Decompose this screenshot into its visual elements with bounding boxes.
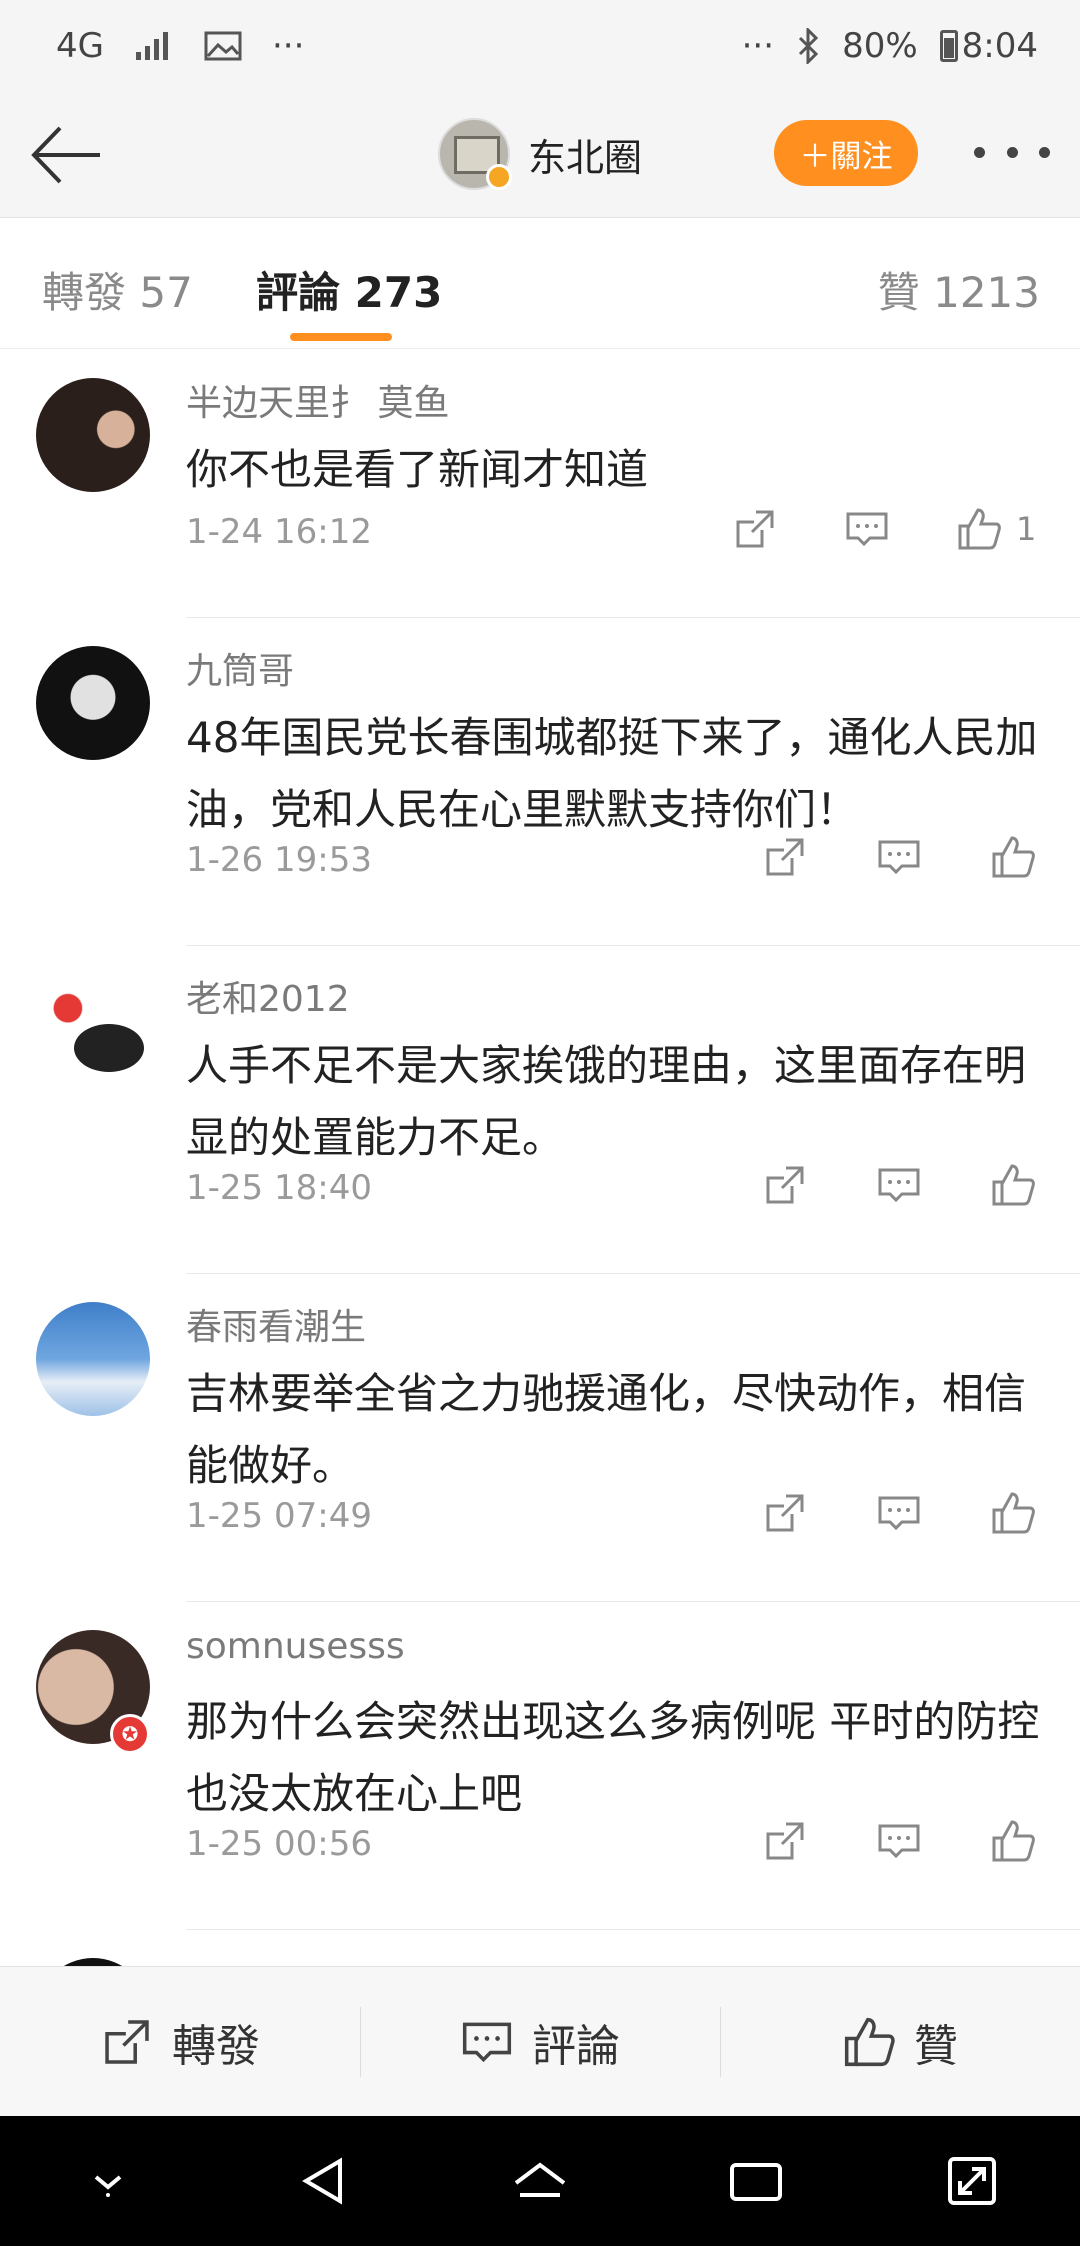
- comment-text: 人手不足不是大家挨饿的理由，这里面存在明显的处置能力不足。: [186, 1041, 1027, 1162]
- system-navigation-bar: [0, 2116, 1080, 2246]
- bluetooth-icon: [799, 28, 819, 64]
- share-icon[interactable]: [762, 1162, 808, 1208]
- avatar[interactable]: [36, 974, 150, 1088]
- like-button[interactable]: 贊: [720, 1967, 1080, 2116]
- active-tab-indicator: [290, 333, 392, 341]
- commenter-name[interactable]: 春雨看潮生: [186, 1298, 366, 1350]
- overflow-icon: ···: [741, 26, 775, 66]
- clock: 8:04: [961, 26, 1038, 66]
- like-icon[interactable]: [990, 1490, 1036, 1536]
- avatar[interactable]: [36, 378, 150, 492]
- avatar[interactable]: [36, 1302, 150, 1416]
- share-icon: [105, 2019, 149, 2064]
- comment-time: 1-25 18:40: [186, 1168, 372, 1208]
- like-icon[interactable]: [990, 1162, 1036, 1208]
- account-name[interactable]: 东北圈: [528, 127, 642, 182]
- like-label: 贊: [914, 2020, 958, 2072]
- share-icon[interactable]: [762, 1818, 808, 1864]
- tab-comments[interactable]: 評論 273: [256, 259, 442, 320]
- top-nav-bar: 东北圈 ＋關注: [0, 92, 1080, 218]
- reply-icon[interactable]: [876, 834, 922, 880]
- back-nav-icon[interactable]: [292, 2149, 356, 2213]
- account-avatar[interactable]: [438, 118, 512, 190]
- repost-button[interactable]: 轉發: [0, 1967, 360, 2116]
- commenter-name[interactable]: 九筒哥: [186, 642, 294, 694]
- recent-apps-icon[interactable]: [724, 2149, 788, 2213]
- commenter-name[interactable]: 半边天里扌 莫鱼: [186, 374, 449, 426]
- member-badge-icon: ✪: [110, 1714, 150, 1754]
- more-notifications-icon: ···: [271, 26, 305, 66]
- more-options-icon[interactable]: [974, 132, 1050, 172]
- comment-time: 1-26 19:53: [186, 840, 372, 880]
- comment-time: 1-25 07:49: [186, 1496, 372, 1536]
- comment-label: 評論: [532, 2020, 620, 2072]
- comment-text: 48年国民党长春围城都挺下来了，通化人民加油，党和人民在心里默默支持你们！: [186, 713, 1038, 834]
- comment-item: 九筒哥 48年国民党长春围城都挺下来了，通化人民加油，党和人民在心里默默支持你们…: [0, 618, 1080, 946]
- battery-percent: 80%: [842, 26, 918, 66]
- like-icon[interactable]: [956, 506, 1002, 552]
- comment-text: 吉林要举全省之力驰援通化，尽快动作，相信能做好。: [186, 1369, 1027, 1490]
- reply-icon[interactable]: [876, 1162, 922, 1208]
- like-icon[interactable]: [990, 1818, 1036, 1864]
- follow-button[interactable]: ＋關注: [774, 120, 918, 186]
- status-bar: 4G ··· ··· 80% 8:04: [0, 0, 1080, 92]
- like-icon: [844, 2017, 895, 2066]
- repost-label: 轉發: [172, 2020, 260, 2072]
- share-icon[interactable]: [762, 834, 808, 880]
- chevron-down-icon[interactable]: [76, 2149, 140, 2213]
- comment-text: 那为什么会突然出现这么多病例呢 平时的防控也没太放在心上吧: [186, 1697, 1040, 1818]
- rotate-icon[interactable]: [940, 2149, 1004, 2213]
- comment-time: 1-25 00:56: [186, 1824, 372, 1864]
- comment-item: 春雨看潮生 吉林要举全省之力驰援通化，尽快动作，相信能做好。 1-25 07:4…: [0, 1274, 1080, 1602]
- reply-icon[interactable]: [876, 1490, 922, 1536]
- back-arrow-icon[interactable]: [28, 120, 104, 190]
- like-count: 1: [1016, 510, 1037, 548]
- comment-item: 老和2012 人手不足不是大家挨饿的理由，这里面存在明显的处置能力不足。 1-2…: [0, 946, 1080, 1274]
- reply-icon[interactable]: [876, 1818, 922, 1864]
- comment-item-partial: [0, 1930, 1080, 1966]
- verified-badge-icon: [486, 164, 512, 190]
- signal-icon: [135, 32, 168, 60]
- comment-button[interactable]: 評論: [360, 1967, 720, 2116]
- reply-icon[interactable]: [844, 506, 890, 552]
- comment-list[interactable]: 半边天里扌 莫鱼 你不也是看了新闻才知道 1-24 16:12 1 九筒哥 48…: [0, 350, 1080, 1966]
- avatar[interactable]: [36, 646, 150, 760]
- share-icon[interactable]: [732, 506, 778, 552]
- comment-time: 1-24 16:12: [186, 512, 372, 552]
- comment-text: 你不也是看了新闻才知道: [186, 445, 649, 494]
- comment-item: 半边天里扌 莫鱼 你不也是看了新闻才知道 1-24 16:12 1: [0, 350, 1080, 618]
- account-header[interactable]: 东北圈: [438, 118, 642, 190]
- tab-reposts[interactable]: 轉發 57: [42, 259, 193, 320]
- commenter-name[interactable]: somnusesss: [186, 1626, 405, 1667]
- comment-icon: [462, 2022, 512, 2062]
- share-icon[interactable]: [762, 1490, 808, 1536]
- bottom-action-bar: 轉發 評論 贊: [0, 1966, 1080, 2116]
- comment-item: ✪ somnusesss 那为什么会突然出现这么多病例呢 平时的防控也没太放在心…: [0, 1602, 1080, 1930]
- detail-tabs: 轉發 57 評論 273 贊 1213: [0, 219, 1080, 349]
- gallery-icon: [204, 31, 242, 61]
- battery-icon: [939, 30, 958, 62]
- like-icon[interactable]: [990, 834, 1036, 880]
- avatar[interactable]: [36, 1958, 150, 1966]
- home-nav-icon[interactable]: [508, 2149, 572, 2213]
- commenter-name[interactable]: 老和2012: [186, 970, 350, 1022]
- network-indicator: 4G: [56, 26, 104, 66]
- tab-likes[interactable]: 贊 1213: [878, 259, 1040, 320]
